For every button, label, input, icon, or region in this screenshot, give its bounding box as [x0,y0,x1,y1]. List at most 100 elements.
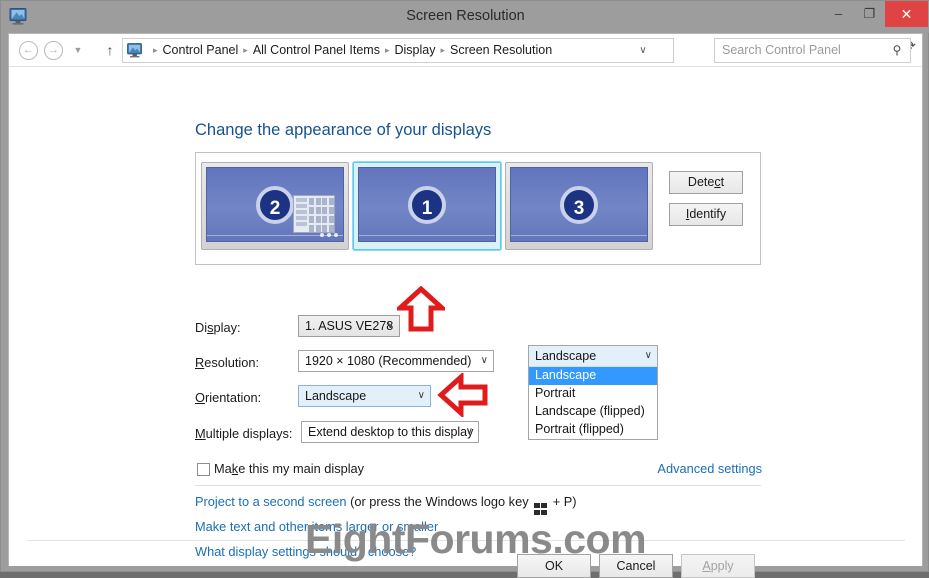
maximize-icon: ❐ [863,6,876,21]
multiple-displays-select-value: Extend desktop to this display [308,425,474,439]
section-divider [195,485,761,486]
up-arrow-icon: ↑ [106,42,114,58]
multiple-displays-label-accel: M [195,426,206,441]
orientation-dropdown-popup[interactable]: Landscape ∨ Landscape Portrait Landscape… [528,345,658,440]
make-main-display-label[interactable]: Make this my main display [214,461,364,476]
apply-button: Apply [681,554,755,578]
monitor-preview-1[interactable]: 1 [353,162,501,250]
orientation-option-landscape[interactable]: Landscape [529,367,657,385]
monitor-number-label: 2 [256,185,294,224]
chevron-down-icon: ∨ [639,45,647,56]
close-icon: ✕ [900,6,913,22]
address-bar: ← → ▼ ↑ ▸ Control Panel ▸ All Control Pa… [9,34,922,67]
chevron-down-icon: ∨ [644,350,652,361]
window-title: Screen Resolution [406,8,525,24]
orientation-label-accel: O [195,390,205,405]
orientation-label: Orientation: [195,390,261,405]
display-monitor-icon [127,43,142,58]
orientation-label-post: rientation: [204,390,262,405]
detect-label-pre: Dete [687,175,715,189]
text-size-link[interactable]: Make text and other items larger or smal… [195,519,438,534]
breadcrumb-dropdown-button[interactable]: ∨ [636,43,650,58]
back-button[interactable]: ← [19,41,38,60]
display-label: Display: [195,320,241,335]
breadcrumb-item-all-control-panel-items[interactable]: All Control Panel Items [253,43,380,57]
windows-logo-icon [534,502,548,515]
minimize-button[interactable]: – [823,2,854,26]
apply-label-accel: A [702,559,711,573]
multiple-displays-label: Multiple displays: [195,426,292,441]
start-tiles-icon [293,195,335,233]
orientation-select[interactable]: Landscape ∨ [298,385,431,407]
monitor-preview-2[interactable]: 2 [201,162,349,250]
resolution-label: Resolution: [195,355,259,370]
display-select[interactable]: 1. ASUS VE278 ∨ [298,315,400,337]
make-main-display-checkbox[interactable] [197,463,210,476]
page-title: Change the appearance of your displays [195,121,492,139]
monitor-screen: 1 [358,167,496,242]
screen-resolution-window: Screen Resolution – ❐ ✕ ← → ▼ ↑ ▸ Contro… [0,0,929,578]
window-client-area: ← → ▼ ↑ ▸ Control Panel ▸ All Control Pa… [8,33,923,578]
title-bar: Screen Resolution – ❐ ✕ [1,1,929,33]
back-arrow-icon: ← [23,44,34,56]
breadcrumb-item-control-panel[interactable]: Control Panel [163,43,239,57]
display-label-post: play: [213,320,241,335]
advanced-settings-link[interactable]: Advanced settings [657,461,762,476]
multiple-displays-select[interactable]: Extend desktop to this display ∨ [301,421,479,443]
project-second-screen-link[interactable]: Project to a second screen (or press the… [195,494,577,515]
orientation-dropdown-current-value: Landscape [535,349,597,363]
page-body: Change the appearance of your displays 2 [9,67,922,578]
orientation-option-portrait-flipped[interactable]: Portrait (flipped) [529,421,657,439]
breadcrumb-item-display[interactable]: Display [394,43,435,57]
breadcrumb-separator-1: ▸ [243,45,248,55]
orientation-option-landscape-flipped[interactable]: Landscape (flipped) [529,403,657,421]
forward-arrow-icon: → [48,44,59,56]
orientation-option-portrait[interactable]: Portrait [529,385,657,403]
project-link-text: Project to a second screen [195,494,347,509]
orientation-dropdown-current[interactable]: Landscape ∨ [529,346,657,367]
breadcrumb-item-screen-resolution[interactable]: Screen Resolution [450,43,552,57]
project-link-hint-pre: (or press the Windows logo key [346,494,533,509]
breadcrumb: ▸ Control Panel ▸ All Control Panel Items ▸ D… [148,39,552,62]
monitor-number-label: 1 [408,185,446,224]
monitor-number-label: 3 [560,185,598,224]
breadcrumb-separator-2: ▸ [384,45,390,55]
tile-grid [309,198,334,232]
breadcrumb-separator-3: ▸ [440,45,446,55]
cancel-button[interactable]: Cancel [599,554,673,578]
resolution-select-value: 1920 × 1080 (Recommended) [305,354,472,368]
chevron-down-icon: ▼ [73,45,83,55]
breadcrumb-bar[interactable]: ▸ Control Panel ▸ All Control Panel Items ▸ D… [122,38,674,63]
project-link-hint-post: + P) [549,494,577,509]
close-button[interactable]: ✕ [885,1,928,27]
what-display-settings-link[interactable]: What display settings should I choose? [195,544,416,559]
resolution-select[interactable]: 1920 × 1080 (Recommended) ∨ [298,350,494,372]
chevron-down-icon: ∨ [417,390,425,401]
search-icon: ⚲ [892,43,902,57]
up-arrow-annotation [397,286,445,332]
left-arrow-annotation [437,373,488,417]
display-preview-panel: 2 1 3 Detect Identify [195,152,761,265]
maximize-button[interactable]: ❐ [854,2,885,26]
resolution-label-post: esolution: [204,355,260,370]
up-one-level-button[interactable]: ↑ [102,41,118,59]
ok-button[interactable]: OK [517,554,591,578]
search-box[interactable]: Search Control Panel ⚲ [714,38,911,63]
identify-label-post: dentify [689,207,727,221]
search-input[interactable]: Search Control Panel [722,39,841,62]
forward-button[interactable]: → [44,41,63,60]
apply-label-post: pply [710,559,734,573]
orientation-select-value: Landscape [305,389,367,403]
chevron-down-icon: ∨ [386,320,394,331]
tile-sidebar [296,198,307,232]
chevron-down-icon: ∨ [480,355,488,366]
chevron-down-icon: ∨ [465,426,473,437]
display-label-pre: Di [195,320,208,335]
recent-locations-button[interactable]: ▼ [71,43,85,57]
identify-button[interactable]: Identify [669,203,743,226]
monitor-preview-3[interactable]: 3 [505,162,653,250]
monitor-screen: 2 [206,167,344,242]
detect-button[interactable]: Detect [669,171,743,194]
detect-label-post: t [720,175,725,189]
display-select-value: 1. ASUS VE278 [305,319,394,333]
